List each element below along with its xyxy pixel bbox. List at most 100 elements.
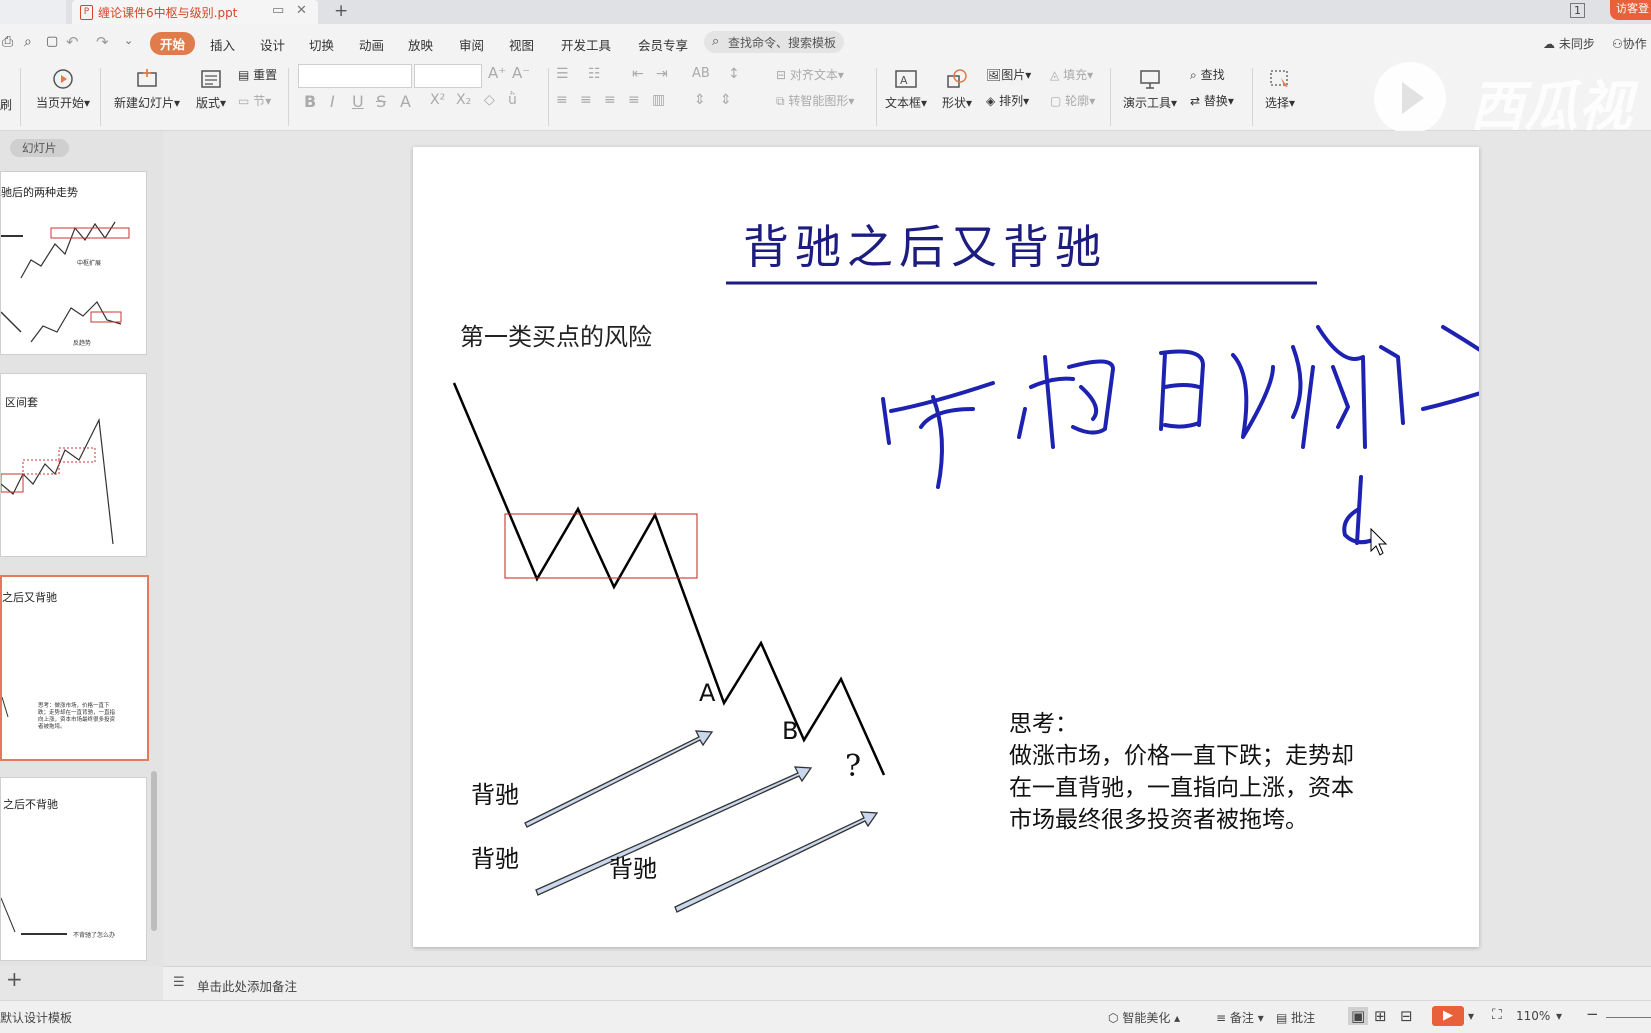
document-tab[interactable]: P 缠论课件6中枢与级别.ppt ▭ ✕ — [72, 0, 318, 24]
panel-scrollbar[interactable] — [151, 771, 157, 931]
font-color-icon[interactable]: A — [400, 92, 411, 111]
slide-thumbnail-1[interactable]: 驰后的两种走势 中枢扩展 反趋势 — [0, 171, 147, 355]
reset-button[interactable]: ▤ 重置 — [238, 66, 277, 83]
superscript-icon[interactable]: X² — [430, 92, 445, 108]
font-size-select[interactable] — [414, 64, 482, 88]
menu-design[interactable]: 设计 — [260, 35, 285, 54]
add-slide-icon[interactable]: + — [6, 967, 23, 991]
sync-status[interactable]: ☁ 未同步 — [1543, 35, 1595, 52]
outline-button[interactable]: ▢ 轮廓▾ — [1050, 92, 1095, 109]
new-slide-button[interactable]: 新建幻灯片▾ — [112, 68, 182, 111]
grow-font-icon[interactable]: A⁺ — [488, 64, 506, 82]
reset-icon: ▤ — [238, 68, 250, 82]
menu-developer[interactable]: 开发工具 — [561, 35, 611, 54]
underline-icon[interactable]: U — [352, 92, 364, 111]
line-spacing-icon[interactable]: ↕ — [728, 66, 740, 82]
paragraph-spacing-icon[interactable]: ⇕ — [694, 92, 706, 108]
zoom-out-icon[interactable]: − — [1586, 1005, 1599, 1023]
command-search[interactable]: ⌕ 查找命令、搜索模板 — [704, 31, 844, 53]
sync-label: 未同步 — [1558, 37, 1595, 51]
sorter-view-icon[interactable]: ⊞ — [1374, 1007, 1387, 1025]
textbox-label: 文本框 — [884, 96, 921, 110]
collab-button[interactable]: ⚇协作 — [1612, 35, 1647, 52]
bullets-icon[interactable]: ☰ — [556, 66, 569, 82]
smartart-button[interactable]: ⧉ 转智能图形▾ — [776, 92, 854, 109]
align-center-icon[interactable]: ≡ — [580, 92, 592, 108]
align-text-button[interactable]: ⊟ 对齐文本▾ — [776, 66, 844, 83]
print-preview-icon[interactable]: ⌕ — [24, 34, 32, 50]
textbox-button[interactable]: A 文本框▾ — [884, 68, 928, 111]
menu-view[interactable]: 视图 — [509, 35, 534, 54]
slide-subtitle[interactable]: 第一类买点的风险 — [460, 317, 652, 352]
menu-insert[interactable]: 插入 — [210, 35, 235, 54]
smart-beautify-button[interactable]: ⬡ 智能美化 ▴ — [1108, 1009, 1180, 1026]
find-button[interactable]: ⌕ 查找 — [1190, 66, 1225, 83]
pin-icon[interactable]: ▭ — [272, 3, 284, 18]
preview-icon[interactable]: ▢ — [46, 34, 58, 49]
subscript-icon[interactable]: X₂ — [456, 92, 471, 108]
menu-slideshow[interactable]: 放映 — [408, 35, 433, 54]
indent-decrease-icon[interactable]: ⇤ — [632, 66, 644, 82]
print-icon[interactable]: ⎙ — [2, 34, 13, 50]
menu-home[interactable]: 开始 — [150, 32, 196, 55]
play-current-button[interactable]: 当页开始▾ — [34, 68, 92, 111]
menu-member[interactable]: 会员专享 — [638, 35, 688, 54]
zoom-slider[interactable] — [1606, 1017, 1651, 1018]
menu-animations[interactable]: 动画 — [359, 35, 384, 54]
fill-button[interactable]: ◬ 填充▾ — [1050, 66, 1093, 83]
design-template-label[interactable]: 默认设计模板 — [0, 1009, 72, 1026]
font-name-select[interactable] — [298, 64, 412, 88]
justify-icon[interactable]: ≡ — [628, 92, 640, 108]
new-tab-icon[interactable]: + — [334, 1, 348, 21]
strikethrough-icon[interactable]: S — [376, 92, 386, 111]
zoom-level[interactable]: 110% — [1516, 1009, 1550, 1023]
menu-review[interactable]: 审阅 — [459, 35, 484, 54]
clear-format-icon[interactable]: ◇ — [484, 92, 495, 108]
distribute-icon[interactable]: ▥ — [652, 92, 665, 108]
picture-button[interactable]: 🖼图片▾ — [986, 66, 1031, 83]
phonetic-icon[interactable]: ǜ — [508, 92, 517, 108]
think-textbox[interactable]: 思考： 做涨市场，价格一直下跌；走势却在一直背驰，一直指向上涨，资本市场最终很多… — [1009, 708, 1369, 836]
bold-icon[interactable]: B — [304, 92, 316, 111]
notes-toggle-button[interactable]: ≡ 备注 ▾ — [1216, 1009, 1264, 1026]
home-tab[interactable] — [0, 0, 66, 24]
align-left-icon[interactable]: ≡ — [556, 92, 568, 108]
text-direction-icon[interactable]: AB — [692, 66, 710, 81]
slide-thumbnail-2[interactable]: 区间套 — [0, 373, 147, 557]
reading-view-icon[interactable]: ⊟ — [1400, 1007, 1413, 1025]
section-button[interactable]: ▭ 节▾ — [238, 92, 271, 109]
italic-icon[interactable]: I — [330, 92, 335, 111]
indent-increase-icon[interactable]: ⇥ — [656, 66, 668, 82]
comments-button[interactable]: ▤ 批注 — [1276, 1009, 1315, 1026]
slide-thumbnail-3[interactable]: 之后又背驰 思考：做涨市场，价格一直下跌；走势却在一直背驰，一直指向上涨，资本市… — [0, 575, 149, 761]
column-icon[interactable]: ⇕ — [720, 92, 732, 108]
undo-icon[interactable]: ↶ — [66, 33, 79, 51]
thumbnail-diagram — [1, 221, 130, 343]
play-slideshow-button[interactable]: ▶ — [1432, 1006, 1464, 1026]
notes-toggle-icon: ≡ — [1216, 1011, 1227, 1025]
replace-button[interactable]: ⇄ 替换▾ — [1190, 92, 1234, 109]
align-right-icon[interactable]: ≡ — [604, 92, 616, 108]
redo-icon[interactable]: ↷ — [96, 33, 109, 51]
smart-beautify-label: 智能美化 — [1122, 1011, 1171, 1025]
normal-view-icon[interactable]: ▣ — [1348, 1007, 1369, 1025]
guest-login-button[interactable]: 访客登 — [1610, 0, 1651, 20]
select-button[interactable]: 选择▾ — [1260, 68, 1300, 111]
close-tab-icon[interactable]: ✕ — [296, 3, 307, 18]
numbering-icon[interactable]: ☷ — [588, 66, 601, 82]
slide[interactable]: 背驰之后又背驰 第一类买点的风险 A B ? 背驰 背驰 背驰 思考： 做涨市场… — [413, 147, 1479, 947]
slide-thumbnail-4[interactable]: 之后不背驰 不背驰了怎么办 — [0, 777, 147, 961]
layout-button[interactable]: 版式▾ — [194, 68, 228, 111]
notes-placeholder[interactable]: 单击此处添加备注 — [197, 976, 297, 995]
notes-bar[interactable]: ☰ 单击此处添加备注 — [163, 966, 1651, 1001]
shrink-font-icon[interactable]: A⁻ — [512, 64, 530, 82]
format-painter-button[interactable]: 刷 — [0, 96, 12, 113]
presentation-tools-button[interactable]: 演示工具▾ — [1120, 68, 1180, 111]
zoom-chevron-icon[interactable]: ▾ — [1556, 1009, 1562, 1023]
shape-button[interactable]: 形状▾ — [940, 68, 974, 111]
play-options-chevron-icon[interactable]: ▾ — [1468, 1009, 1474, 1023]
menu-transitions[interactable]: 切换 — [309, 35, 334, 54]
customize-chevron-icon[interactable]: ⌄ — [124, 34, 133, 47]
fit-window-icon[interactable]: ⛶ — [1492, 1007, 1502, 1023]
arrange-button[interactable]: ◈ 排列▾ — [986, 92, 1029, 109]
